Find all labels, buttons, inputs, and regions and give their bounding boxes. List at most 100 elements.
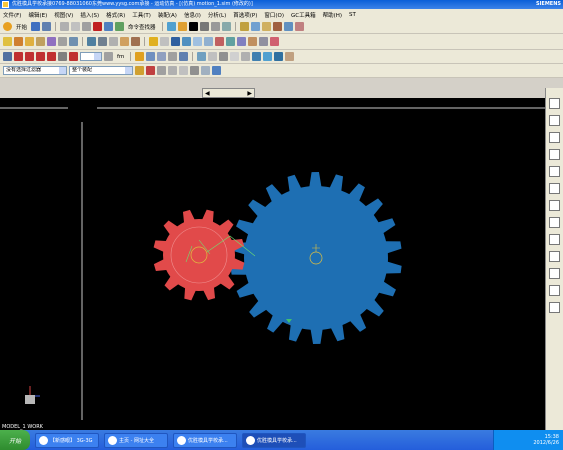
delete-icon[interactable]: [93, 22, 103, 31]
menu-window[interactable]: 窗口(O): [263, 11, 285, 19]
partial-shading-icon[interactable]: [241, 52, 251, 61]
force-icon[interactable]: [58, 37, 67, 46]
link-icon[interactable]: [261, 22, 271, 31]
blend-icon[interactable]: [204, 37, 213, 46]
manufacturing-wizard-icon[interactable]: [549, 268, 560, 279]
measure-icon[interactable]: [98, 37, 107, 46]
render-icon[interactable]: [188, 22, 198, 31]
step-forward-icon[interactable]: [36, 52, 45, 61]
pause-icon[interactable]: [58, 52, 67, 61]
hd3d-tools-icon[interactable]: [549, 183, 560, 194]
top-view-icon[interactable]: [252, 52, 262, 61]
menu-analysis[interactable]: 分析(L): [207, 11, 227, 19]
menu-assembly[interactable]: 装配(A): [157, 11, 178, 19]
trace-icon[interactable]: [109, 37, 118, 46]
center-icon[interactable]: [212, 66, 221, 75]
hidden-edges-icon[interactable]: [208, 52, 218, 61]
wireframe-icon[interactable]: [197, 52, 207, 61]
small-gear-body[interactable]: [153, 209, 245, 301]
large-gear-body[interactable]: [230, 172, 402, 344]
sketch-icon[interactable]: [149, 37, 158, 46]
constraint-navigator-icon[interactable]: [549, 132, 560, 143]
menu-edit[interactable]: 编辑(E): [27, 11, 48, 19]
history-icon[interactable]: [549, 217, 560, 228]
hole-icon[interactable]: [193, 37, 202, 46]
cmd-finder-button[interactable]: 命令查找器: [126, 23, 158, 31]
stop-icon[interactable]: [69, 52, 78, 61]
endpoint-icon[interactable]: [168, 66, 177, 75]
graphics-window[interactable]: [0, 98, 545, 430]
start-button[interactable]: 开始: [0, 430, 30, 450]
graph-icon[interactable]: [131, 37, 140, 46]
unite-icon[interactable]: [270, 37, 279, 46]
menu-tools[interactable]: 工具(T): [131, 11, 152, 19]
joint-icon[interactable]: [250, 22, 260, 31]
type-filter-select[interactable]: 没有选择过滤器: [3, 66, 67, 75]
interference-icon[interactable]: [120, 37, 129, 46]
mesh-icon[interactable]: [14, 37, 23, 46]
reuse-library-icon[interactable]: [549, 166, 560, 177]
chamfer-icon[interactable]: [215, 37, 224, 46]
paste-icon[interactable]: [82, 22, 92, 31]
save-icon[interactable]: [42, 22, 52, 31]
zoom-icon[interactable]: [135, 52, 145, 61]
menu-info[interactable]: 信息(I): [183, 11, 202, 19]
menu-insert[interactable]: 插入(S): [79, 11, 100, 19]
system-scenes-icon[interactable]: [549, 302, 560, 313]
undo-icon[interactable]: [104, 22, 114, 31]
mirror-icon[interactable]: [259, 37, 268, 46]
menu-gc-toolbox[interactable]: GC工具箱: [290, 11, 317, 19]
web-browser-icon[interactable]: [549, 200, 560, 211]
resource-bar-toggle[interactable]: ◀ ▶: [202, 88, 255, 98]
background-icon[interactable]: [221, 22, 231, 31]
selection-scope-select[interactable]: 整个装配: [69, 66, 133, 75]
pattern-icon[interactable]: [248, 37, 257, 46]
constraint-icon[interactable]: [25, 37, 34, 46]
arrow-left-icon[interactable]: ◀: [205, 90, 210, 97]
taskbar-item[interactable]: 主页 - 网址大全: [104, 432, 168, 448]
environment-icon[interactable]: [3, 37, 12, 46]
taskbar-item[interactable]: 【新感眼】 3G-3G: [35, 432, 99, 448]
start-button[interactable]: 开始: [14, 23, 29, 31]
trim-icon[interactable]: [237, 37, 246, 46]
front-view-icon[interactable]: [263, 52, 273, 61]
deselect-icon[interactable]: [146, 66, 155, 75]
orient-icon[interactable]: [168, 52, 178, 61]
extrude-icon[interactable]: [171, 37, 180, 46]
menu-st[interactable]: ST: [348, 12, 357, 18]
menu-preferences[interactable]: 首选项(P): [232, 11, 258, 19]
view-cube-icon[interactable]: [210, 22, 220, 31]
pan-icon[interactable]: [157, 52, 167, 61]
iso-view-icon[interactable]: [274, 52, 284, 61]
menu-format[interactable]: 格式(R): [105, 11, 126, 19]
spring-icon[interactable]: [272, 22, 282, 31]
copy-icon[interactable]: [71, 22, 81, 31]
datum-icon[interactable]: [160, 37, 169, 46]
system-materials-icon[interactable]: [549, 234, 560, 245]
control-point-icon[interactable]: [190, 66, 199, 75]
new-icon[interactable]: [31, 22, 41, 31]
cmd-finder-icon[interactable]: [115, 22, 125, 31]
show-hide-icon[interactable]: [166, 22, 176, 31]
intersection-icon[interactable]: [201, 66, 210, 75]
section-icon[interactable]: [179, 52, 189, 61]
select-all-icon[interactable]: [135, 66, 144, 75]
rewind-icon[interactable]: [3, 52, 12, 61]
start-icon[interactable]: [3, 22, 12, 31]
process-studio-icon[interactable]: [549, 251, 560, 262]
fast-forward-icon[interactable]: [47, 52, 56, 61]
play-icon[interactable]: [25, 52, 34, 61]
damper-icon[interactable]: [283, 22, 293, 31]
menu-help[interactable]: 帮助(H): [322, 11, 343, 19]
menu-file[interactable]: 文件(F): [2, 11, 22, 19]
fit-icon[interactable]: [104, 52, 113, 61]
solve-icon[interactable]: [87, 37, 96, 46]
navigator-icon[interactable]: [549, 98, 560, 109]
part-navigator-icon[interactable]: [549, 149, 560, 160]
layer-icon[interactable]: [177, 22, 187, 31]
snap-point-icon[interactable]: [157, 66, 166, 75]
marker-icon[interactable]: [47, 37, 56, 46]
shading-icon[interactable]: [199, 22, 209, 31]
large-gear[interactable]: [230, 172, 402, 344]
menu-view[interactable]: 视图(V): [53, 11, 74, 19]
